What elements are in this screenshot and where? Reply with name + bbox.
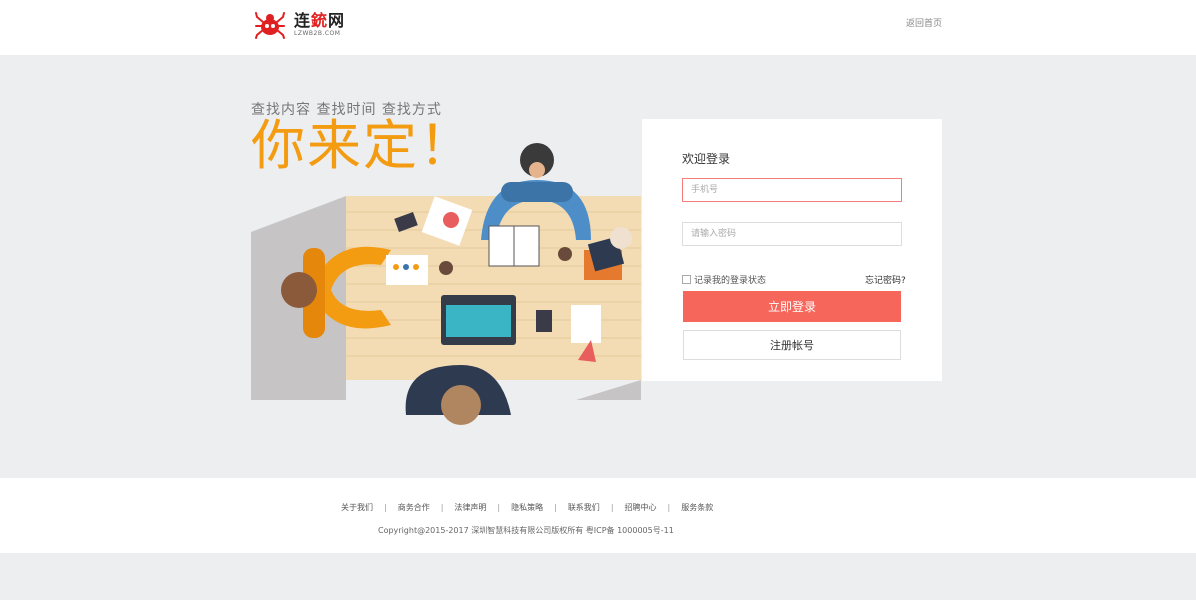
logo-domain: LZWB2B.COM bbox=[294, 30, 341, 37]
footer-separator: | bbox=[384, 503, 387, 512]
footer-separator: | bbox=[610, 503, 614, 512]
back-home-link[interactable]: 返回首页 bbox=[906, 16, 942, 29]
login-title: 欢迎登录 bbox=[682, 152, 731, 166]
footer-separator: | bbox=[440, 503, 444, 512]
site-logo[interactable]: 连銃网 LZWB2B.COM bbox=[254, 10, 345, 40]
login-card: 欢迎登录 记录我的登录状态 忘记密码? 立即登录 注册帐号 bbox=[642, 119, 942, 381]
footer-link-legal[interactable]: 法律声明 bbox=[454, 502, 486, 513]
footer-link-terms[interactable]: 服务条款 bbox=[681, 502, 713, 513]
main-section: 查找内容 查找时间 查找方式 你来定！ 欢迎登录 手机号 记录我的登录状态 忘记… bbox=[0, 55, 1196, 478]
footer-link-privacy[interactable]: 隐私策略 bbox=[511, 502, 543, 513]
site-footer: 关于我们 | 商务合作 | 法律声明 | 隐私策略 | 联系我们 | 招聘中心 … bbox=[0, 478, 1196, 553]
checkbox-icon[interactable] bbox=[682, 275, 691, 284]
spider-logo-icon bbox=[255, 12, 285, 39]
phone-input[interactable] bbox=[682, 178, 902, 202]
site-header: 连銃网 LZWB2B.COM 返回首页 bbox=[0, 0, 1196, 55]
meeting-illustration bbox=[251, 143, 641, 425]
remember-me-label: 记录我的登录状态 bbox=[694, 276, 767, 286]
remember-me-checkbox[interactable]: 记录我的登录状态 bbox=[682, 273, 766, 286]
copyright-text: Copyright@2015-2017 深圳智慧科技有限公司版权所有 粤ICP备… bbox=[378, 526, 674, 535]
footer-links: 关于我们 | 商务合作 | 法律声明 | 隐私策略 | 联系我们 | 招聘中心 … bbox=[341, 502, 713, 513]
logo-name: 连銃网 bbox=[294, 11, 346, 30]
footer-separator: | bbox=[667, 503, 671, 512]
footer-link-business[interactable]: 商务合作 bbox=[398, 502, 430, 513]
footer-link-contact[interactable]: 联系我们 bbox=[568, 502, 600, 513]
footer-separator: | bbox=[554, 503, 557, 512]
footer-link-careers[interactable]: 招聘中心 bbox=[625, 502, 657, 513]
forgot-password-link[interactable]: 忘记密码? bbox=[865, 273, 906, 286]
footer-separator: | bbox=[497, 503, 501, 512]
login-button[interactable]: 立即登录 bbox=[683, 291, 901, 322]
password-input[interactable] bbox=[682, 222, 902, 246]
register-button[interactable]: 注册帐号 bbox=[683, 330, 901, 360]
footer-link-about[interactable]: 关于我们 bbox=[341, 502, 373, 513]
